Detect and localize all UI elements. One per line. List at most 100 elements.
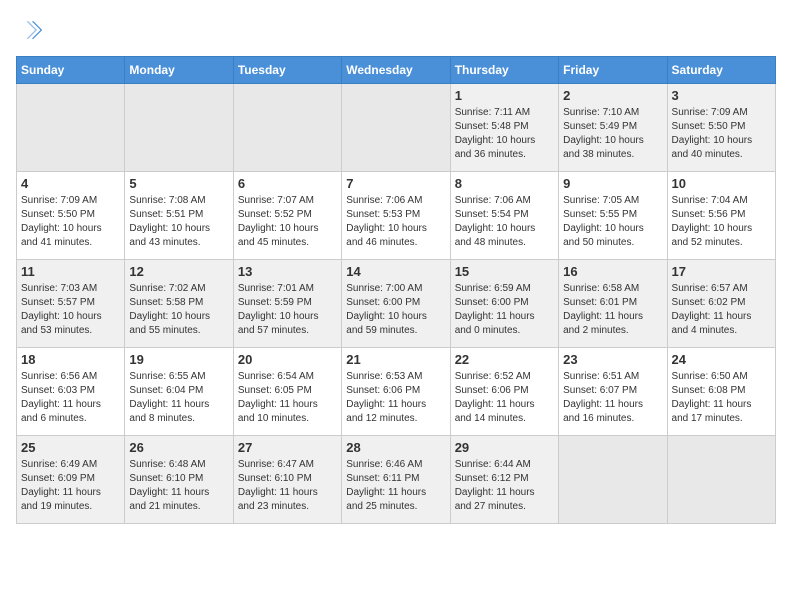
calendar-cell: 23 Sunrise: 6:51 AM Sunset: 6:07 PM Dayli… [559,348,667,436]
calendar-cell: 17 Sunrise: 6:57 AM Sunset: 6:02 PM Dayli… [667,260,775,348]
day-number: 2 [563,88,662,103]
day-info: Sunrise: 6:47 AM Sunset: 6:10 PM Dayligh… [238,458,337,514]
day-info: Sunrise: 6:51 AM Sunset: 6:07 PM Dayligh… [563,370,662,426]
day-info: Sunrise: 7:09 AM Sunset: 5:50 PM Dayligh… [21,194,120,250]
calendar-cell: 6Sunrise: 7:07 AM Sunset: 5:52 PM Daylig… [233,172,341,260]
day-number: 28 [346,440,445,455]
day-info: Sunrise: 7:01 AM Sunset: 5:59 PM Dayligh… [238,282,337,338]
calendar-week-row: 18 Sunrise: 6:56 AM Sunset: 6:03 PM Dayli… [17,348,776,436]
day-info: Sunrise: 6:58 AM Sunset: 6:01 PM Dayligh… [563,282,662,338]
day-info: Sunrise: 6:57 AM Sunset: 6:02 PM Dayligh… [672,282,771,338]
weekday-header: Monday [125,57,233,84]
calendar-cell: 29 Sunrise: 6:44 AM Sunset: 6:12 PM Dayli… [450,436,558,524]
day-number: 11 [21,264,120,279]
calendar-week-row: 25 Sunrise: 6:49 AM Sunset: 6:09 PM Dayli… [17,436,776,524]
calendar-cell: 20 Sunrise: 6:54 AM Sunset: 6:05 PM Dayli… [233,348,341,436]
day-number: 15 [455,264,554,279]
day-number: 17 [672,264,771,279]
day-info: Sunrise: 6:49 AM Sunset: 6:09 PM Dayligh… [21,458,120,514]
calendar-week-row: 1Sunrise: 7:11 AM Sunset: 5:48 PM Daylig… [17,84,776,172]
calendar-cell: 4 Sunrise: 7:09 AM Sunset: 5:50 PM Daylig… [17,172,125,260]
logo-icon [16,16,44,44]
calendar-cell [125,84,233,172]
page-header [16,16,776,44]
calendar-cell: 27 Sunrise: 6:47 AM Sunset: 6:10 PM Dayli… [233,436,341,524]
calendar-header-row: SundayMondayTuesdayWednesdayThursdayFrid… [17,57,776,84]
weekday-header: Thursday [450,57,558,84]
calendar-cell: 2 Sunrise: 7:10 AM Sunset: 5:49 PM Daylig… [559,84,667,172]
day-info: Sunrise: 6:56 AM Sunset: 6:03 PM Dayligh… [21,370,120,426]
calendar-cell: 1Sunrise: 7:11 AM Sunset: 5:48 PM Daylig… [450,84,558,172]
calendar-cell [667,436,775,524]
calendar-cell: 21 Sunrise: 6:53 AM Sunset: 6:06 PM Dayli… [342,348,450,436]
day-info: Sunrise: 6:44 AM Sunset: 6:12 PM Dayligh… [455,458,554,514]
calendar-cell [559,436,667,524]
weekday-header: Friday [559,57,667,84]
day-number: 10 [672,176,771,191]
day-info: Sunrise: 6:54 AM Sunset: 6:05 PM Dayligh… [238,370,337,426]
day-number: 8 [455,176,554,191]
day-number: 4 [21,176,120,191]
calendar-cell: 7 Sunrise: 7:06 AM Sunset: 5:53 PM Daylig… [342,172,450,260]
calendar-cell [342,84,450,172]
weekday-header: Wednesday [342,57,450,84]
calendar-cell: 16Sunrise: 6:58 AM Sunset: 6:01 PM Dayli… [559,260,667,348]
calendar-cell: 5 Sunrise: 7:08 AM Sunset: 5:51 PM Daylig… [125,172,233,260]
day-info: Sunrise: 6:52 AM Sunset: 6:06 PM Dayligh… [455,370,554,426]
calendar-cell: 12 Sunrise: 7:02 AM Sunset: 5:58 PM Dayli… [125,260,233,348]
day-info: Sunrise: 7:06 AM Sunset: 5:53 PM Dayligh… [346,194,445,250]
day-number: 18 [21,352,120,367]
calendar-cell [17,84,125,172]
day-info: Sunrise: 6:46 AM Sunset: 6:11 PM Dayligh… [346,458,445,514]
calendar-cell: 24 Sunrise: 6:50 AM Sunset: 6:08 PM Dayli… [667,348,775,436]
day-number: 27 [238,440,337,455]
calendar-cell: 11 Sunrise: 7:03 AM Sunset: 5:57 PM Dayli… [17,260,125,348]
calendar-cell: 22 Sunrise: 6:52 AM Sunset: 6:06 PM Dayli… [450,348,558,436]
weekday-header: Tuesday [233,57,341,84]
day-info: Sunrise: 7:10 AM Sunset: 5:49 PM Dayligh… [563,106,662,162]
day-info: Sunrise: 7:09 AM Sunset: 5:50 PM Dayligh… [672,106,771,162]
day-info: Sunrise: 7:03 AM Sunset: 5:57 PM Dayligh… [21,282,120,338]
day-number: 12 [129,264,228,279]
day-info: Sunrise: 7:06 AM Sunset: 5:54 PM Dayligh… [455,194,554,250]
day-number: 1 [455,88,554,103]
day-number: 20 [238,352,337,367]
day-number: 14 [346,264,445,279]
day-info: Sunrise: 6:53 AM Sunset: 6:06 PM Dayligh… [346,370,445,426]
day-number: 21 [346,352,445,367]
day-number: 7 [346,176,445,191]
day-number: 5 [129,176,228,191]
weekday-header: Saturday [667,57,775,84]
calendar-cell: 15 Sunrise: 6:59 AM Sunset: 6:00 PM Dayli… [450,260,558,348]
calendar-cell: 9Sunrise: 7:05 AM Sunset: 5:55 PM Daylig… [559,172,667,260]
day-info: Sunrise: 6:55 AM Sunset: 6:04 PM Dayligh… [129,370,228,426]
day-number: 22 [455,352,554,367]
day-info: Sunrise: 7:02 AM Sunset: 5:58 PM Dayligh… [129,282,228,338]
calendar-cell: 8 Sunrise: 7:06 AM Sunset: 5:54 PM Daylig… [450,172,558,260]
day-number: 3 [672,88,771,103]
day-number: 29 [455,440,554,455]
calendar-cell: 13 Sunrise: 7:01 AM Sunset: 5:59 PM Dayli… [233,260,341,348]
day-info: Sunrise: 6:59 AM Sunset: 6:00 PM Dayligh… [455,282,554,338]
calendar-cell: 25 Sunrise: 6:49 AM Sunset: 6:09 PM Dayli… [17,436,125,524]
day-info: Sunrise: 7:08 AM Sunset: 5:51 PM Dayligh… [129,194,228,250]
calendar-cell: 26 Sunrise: 6:48 AM Sunset: 6:10 PM Dayli… [125,436,233,524]
day-number: 23 [563,352,662,367]
day-info: Sunrise: 7:07 AM Sunset: 5:52 PM Dayligh… [238,194,337,250]
calendar-cell: 28 Sunrise: 6:46 AM Sunset: 6:11 PM Dayli… [342,436,450,524]
day-info: Sunrise: 7:04 AM Sunset: 5:56 PM Dayligh… [672,194,771,250]
logo [16,16,48,44]
calendar-cell: 18 Sunrise: 6:56 AM Sunset: 6:03 PM Dayli… [17,348,125,436]
day-number: 19 [129,352,228,367]
day-number: 26 [129,440,228,455]
calendar-cell [233,84,341,172]
weekday-header: Sunday [17,57,125,84]
day-number: 24 [672,352,771,367]
day-number: 25 [21,440,120,455]
calendar-week-row: 4 Sunrise: 7:09 AM Sunset: 5:50 PM Daylig… [17,172,776,260]
calendar-cell: 14Sunrise: 7:00 AM Sunset: 6:00 PM Dayli… [342,260,450,348]
day-number: 13 [238,264,337,279]
day-info: Sunrise: 6:48 AM Sunset: 6:10 PM Dayligh… [129,458,228,514]
day-info: Sunrise: 6:50 AM Sunset: 6:08 PM Dayligh… [672,370,771,426]
calendar-table: SundayMondayTuesdayWednesdayThursdayFrid… [16,56,776,524]
